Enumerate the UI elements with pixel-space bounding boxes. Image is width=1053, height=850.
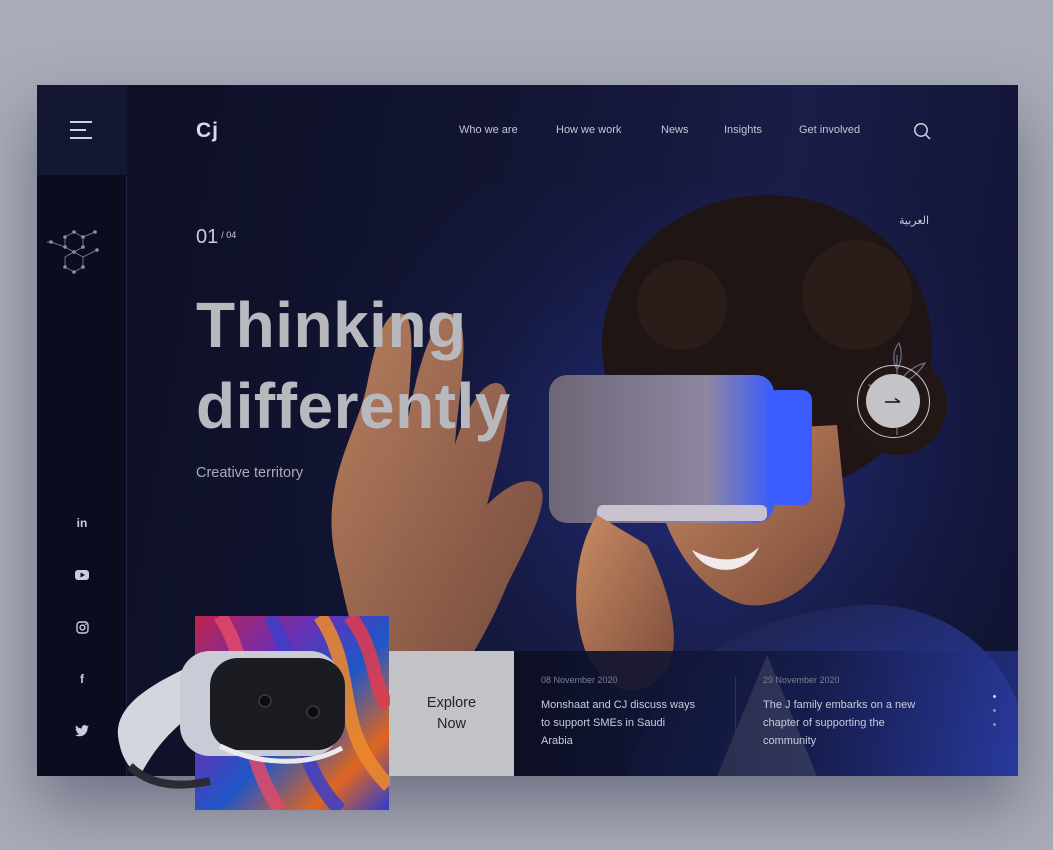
hero-headline: Thinking differently (196, 285, 511, 447)
news-title: Monshaat and CJ discuss ways to support … (541, 696, 721, 750)
news-item[interactable]: 29 November 2020 The J family embarks on… (763, 675, 943, 750)
nav-insights[interactable]: Insights (724, 124, 762, 136)
instagram-icon[interactable] (74, 619, 90, 635)
explore-label-line2: Now (436, 715, 466, 732)
nav-who-we-are[interactable]: Who we are (459, 124, 518, 136)
linkedin-icon[interactable]: in (74, 515, 90, 531)
product-image[interactable] (110, 616, 390, 810)
menu-icon-line (70, 137, 92, 139)
nav-get-involved[interactable]: Get involved (799, 124, 860, 136)
hero-tagline: Creative territory (196, 465, 304, 481)
hero-headline-line2: differently (196, 370, 511, 442)
arrow-right-icon (866, 374, 920, 428)
news-title-line: Arabia (541, 735, 573, 747)
slide-dot[interactable] (993, 723, 996, 726)
nav-how-we-work[interactable]: How we work (556, 124, 621, 136)
slide-total: / 04 (221, 230, 237, 240)
divider (735, 677, 736, 750)
slide-counter: 01/ 04 (196, 226, 236, 249)
news-date: 29 November 2020 (763, 675, 840, 685)
twitter-icon[interactable] (74, 723, 90, 739)
hero-headline-line1: Thinking (196, 289, 467, 361)
slide-dot[interactable] (993, 695, 996, 698)
explore-now-button[interactable]: Explore Now (389, 651, 514, 776)
slide-current: 01 (196, 226, 219, 248)
news-title-line: chapter of supporting the (763, 717, 885, 729)
news-title-line: community (763, 735, 817, 747)
slide-dot[interactable] (993, 709, 996, 712)
news-item[interactable]: 08 November 2020 Monshaat and CJ discuss… (541, 675, 721, 750)
news-title-line: The J family embarks on a new (763, 699, 916, 711)
news-date: 08 November 2020 (541, 675, 618, 685)
menu-icon-line (70, 129, 86, 131)
next-slide-button[interactable] (857, 365, 930, 438)
news-strip: 08 November 2020 Monshaat and CJ discuss… (513, 651, 1018, 776)
brand-logo[interactable]: Cj (196, 119, 219, 143)
slide-dots (993, 695, 996, 737)
nav-news[interactable]: News (661, 124, 689, 136)
explore-label-line1: Explore (426, 694, 477, 711)
news-title-line: to support SMEs in Saudi (541, 717, 666, 729)
menu-button[interactable] (37, 85, 127, 175)
news-title: The J family embarks on a new chapter of… (763, 696, 943, 750)
search-icon[interactable] (913, 122, 931, 140)
news-title-line: Monshaat and CJ discuss ways (541, 699, 696, 711)
explore-now-label: Explore Now (407, 693, 497, 735)
facebook-icon[interactable]: f (74, 671, 90, 687)
language-switch[interactable]: العربية (899, 214, 929, 227)
menu-icon (70, 121, 92, 123)
youtube-icon[interactable] (74, 567, 90, 583)
molecule-icon (47, 230, 99, 274)
